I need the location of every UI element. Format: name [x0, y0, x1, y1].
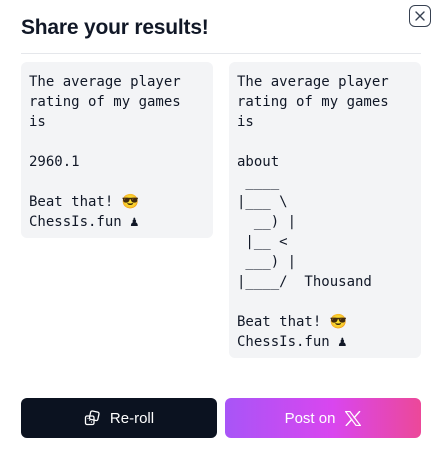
result-card-text: The average player rating of my games is…: [237, 74, 389, 350]
header-divider: [21, 53, 421, 54]
result-card-text: The average player rating of my games is…: [29, 74, 181, 230]
dialog-title: Share your results!: [21, 16, 209, 39]
reroll-icon: [84, 410, 100, 426]
result-card-numeric[interactable]: The average player rating of my games is…: [21, 62, 213, 238]
share-results-dialog: Share your results! The average player r…: [0, 0, 435, 457]
close-icon: [415, 11, 425, 21]
close-button[interactable]: [409, 5, 431, 27]
result-card-ascii[interactable]: The average player rating of my games is…: [229, 62, 421, 358]
post-label: Post on: [284, 409, 336, 427]
x-logo-icon: [345, 410, 362, 426]
reroll-label: Re-roll: [109, 409, 155, 427]
reroll-button[interactable]: Re-roll: [21, 398, 217, 438]
post-on-x-button[interactable]: Post on: [225, 398, 421, 438]
